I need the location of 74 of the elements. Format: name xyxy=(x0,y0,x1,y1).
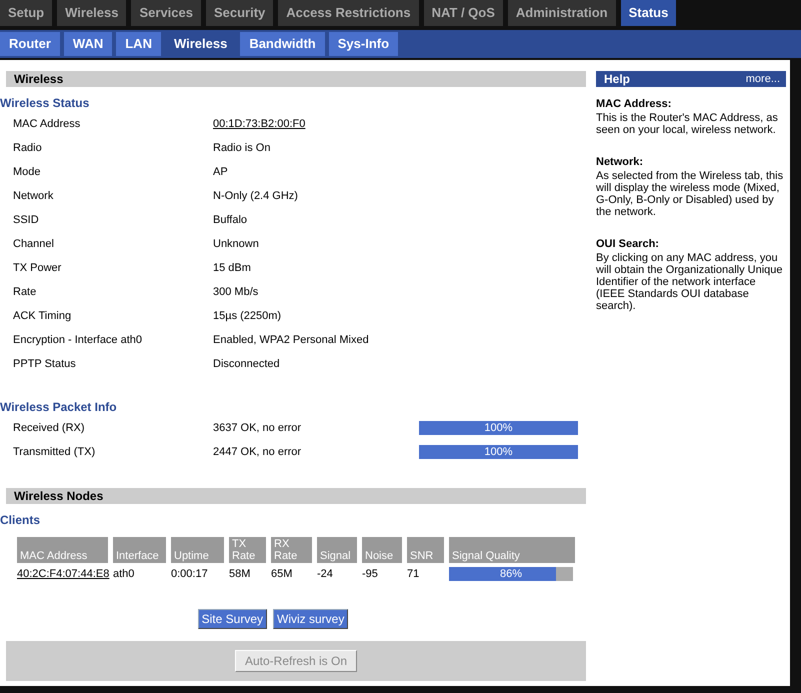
table-cell-text: 65M xyxy=(271,567,294,581)
column-header: RX Rate xyxy=(271,537,312,563)
field-value: 15µs (2250m) xyxy=(213,310,282,322)
main-tab[interactable]: Wireless xyxy=(57,0,126,26)
field-value: N-Only (2.4 GHz) xyxy=(213,190,299,202)
subsection-title: Wireless Status xyxy=(0,96,90,112)
main-tab[interactable]: Services xyxy=(131,0,201,26)
table-cell-text: 0:00:17 xyxy=(171,567,209,581)
help-title: Help xyxy=(604,72,630,86)
field-value: Disconnected xyxy=(213,358,281,370)
sub-tab[interactable]: Router xyxy=(0,32,60,56)
field-value: 2447 OK, no error xyxy=(213,446,302,458)
field-label: Mode xyxy=(13,166,42,178)
sub-tab[interactable]: WAN xyxy=(64,32,112,56)
main-tab[interactable]: Setup xyxy=(0,0,52,26)
help-topic-text: As selected from the Wireless tab, this will display the wireless mode (Mixed, G-Only, B-Only or Disabled) used by the network. xyxy=(596,170,784,218)
main-tab[interactable]: Administration xyxy=(508,0,616,26)
column-header: MAC Address xyxy=(17,537,108,563)
field-value: Unknown xyxy=(213,238,260,250)
help-topic-title: OUI Search: xyxy=(596,238,660,250)
main-tab[interactable]: NAT / QoS xyxy=(424,0,503,26)
help-topic-text: This is the Router's MAC Address, as seen on your local, wireless network. xyxy=(596,112,779,136)
section-header: Wireless Nodes xyxy=(6,488,586,504)
field-label: Received (RX) xyxy=(13,422,86,434)
field-label: MAC Address xyxy=(13,118,82,130)
table-cell-text: 71 xyxy=(407,567,420,581)
column-header: Signal Quality xyxy=(449,537,575,563)
sub-tab[interactable]: LAN xyxy=(116,32,161,56)
more-link[interactable]: more... xyxy=(746,73,780,85)
column-header: TX Rate xyxy=(229,537,266,563)
field-value: Enabled, WPA2 Personal Mixed xyxy=(213,334,370,346)
column-header: SNR xyxy=(407,537,444,563)
field-label: Radio xyxy=(13,142,43,154)
field-value: Radio is On xyxy=(213,142,272,154)
field-label: Channel xyxy=(13,238,55,250)
column-header: Signal xyxy=(317,537,357,563)
field-label: Network xyxy=(13,190,54,202)
field-label: Transmitted (TX) xyxy=(13,446,96,458)
sub-tab[interactable]: Bandwidth xyxy=(240,32,325,56)
table-cell-text: -24 xyxy=(317,567,334,581)
section-header: Wireless xyxy=(6,71,586,87)
field-label: ACK Timing xyxy=(13,310,72,322)
field-label: SSID xyxy=(13,214,40,226)
subsection-title: Wireless Packet Info xyxy=(0,400,118,416)
signal-quality-reading: 86% xyxy=(498,567,524,581)
table-cell-text: ath0 xyxy=(113,567,136,581)
survey-button[interactable]: Wiviz survey xyxy=(273,609,348,629)
main-tab[interactable]: Access Restrictions xyxy=(278,0,419,26)
mac-link[interactable]: 00:1D:73:B2:00:F0 xyxy=(213,118,419,130)
field-label: TX Power xyxy=(13,262,62,274)
progress-reading: 100% xyxy=(483,445,514,459)
help-topic-title: MAC Address: xyxy=(596,98,672,110)
table-cell-text: -95 xyxy=(362,567,379,581)
help-topic-text: By clicking on any MAC address, you will obtain the Organizationally Unique Identifier of the network interface (IEEE Standards OUI database search). xyxy=(596,252,784,312)
field-label: Encryption - Interface ath0 xyxy=(13,334,144,346)
field-value: 3637 OK, no error xyxy=(213,422,302,434)
field-value: Buffalo xyxy=(213,214,248,226)
field-label: PPTP Status xyxy=(13,358,77,370)
progress-reading: 100% xyxy=(483,421,514,435)
column-header: Interface xyxy=(113,537,166,563)
field-value: 15 dBm xyxy=(213,262,252,274)
field-label: Rate xyxy=(13,286,38,298)
main-tab[interactable]: Status xyxy=(620,0,676,26)
table-cell-text: 58M xyxy=(229,567,252,581)
mac-link[interactable]: 40:2C:F4:07:44:E8 xyxy=(17,567,108,581)
field-value: AP xyxy=(213,166,229,178)
sub-tab[interactable]: Sys-Info xyxy=(328,32,398,56)
main-tab[interactable]: Security xyxy=(206,0,274,26)
column-header: Uptime xyxy=(171,537,224,563)
survey-button[interactable]: Site Survey xyxy=(198,609,267,629)
field-value: 300 Mb/s xyxy=(213,286,260,298)
subsection-title: Clients xyxy=(0,513,42,529)
column-header: Noise xyxy=(362,537,402,563)
help-topic-title: Network: xyxy=(596,156,644,168)
